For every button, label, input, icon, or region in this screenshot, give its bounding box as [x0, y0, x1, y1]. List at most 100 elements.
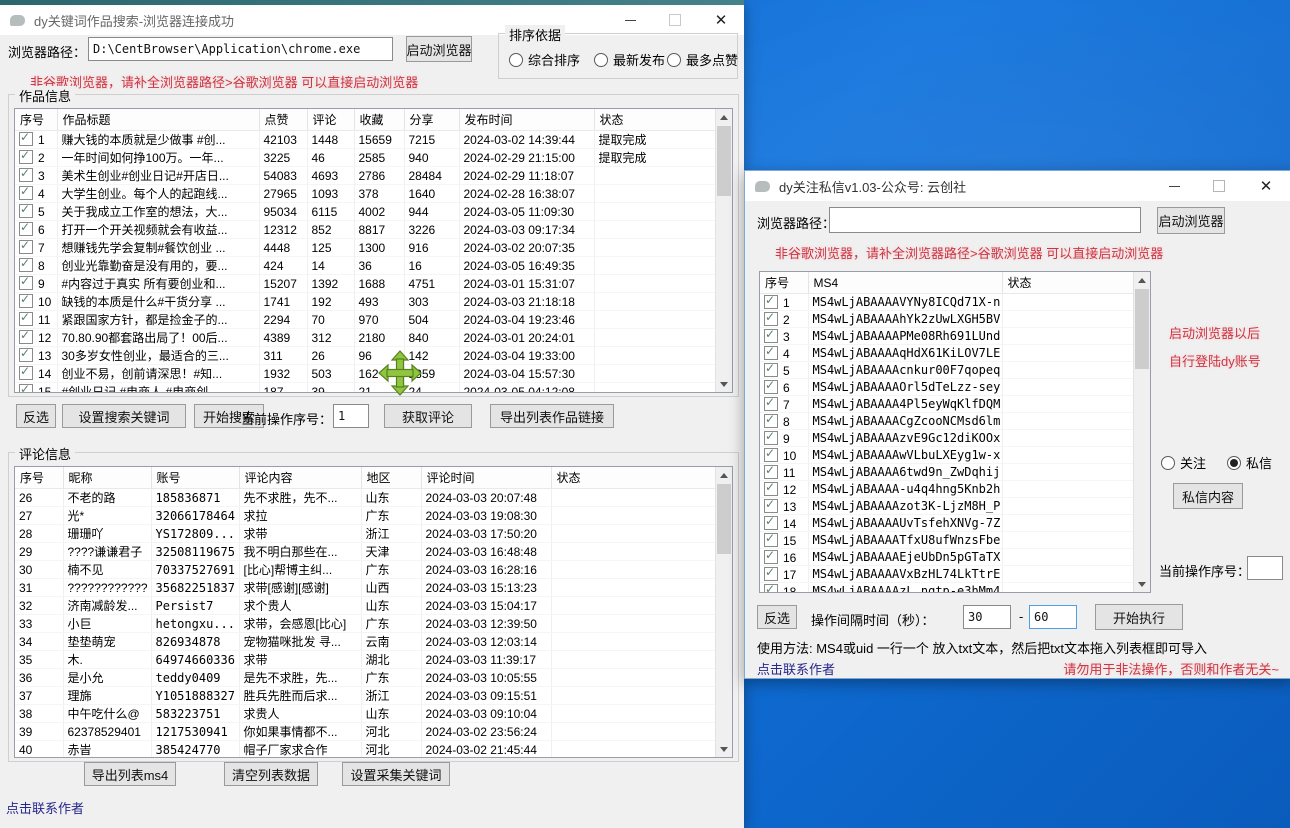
row-checkbox[interactable]	[764, 312, 778, 326]
interval-min-input[interactable]	[963, 605, 1011, 629]
table-row[interactable]: 13MS4wLjABAAAAzot3K-LjzM8H_P...	[760, 498, 1134, 515]
table-row[interactable]: 3美术生创业#创业日记#开店日...5408346932786284842024…	[15, 167, 716, 185]
set-collect-keyword-button[interactable]: 设置采集关键词	[342, 762, 450, 786]
column-header[interactable]: 评论	[307, 109, 354, 131]
row-checkbox[interactable]	[764, 482, 778, 496]
column-header[interactable]: 序号	[760, 272, 808, 294]
radio-follow[interactable]: 关注	[1161, 453, 1206, 472]
row-checkbox[interactable]	[19, 384, 33, 392]
column-header[interactable]: 昵称	[63, 467, 151, 489]
row-checkbox[interactable]	[19, 204, 33, 218]
row-checkbox[interactable]	[19, 258, 33, 272]
column-header[interactable]: 分享	[404, 109, 459, 131]
start-execute-button[interactable]: 开始执行	[1095, 604, 1183, 630]
table-row[interactable]: 30楠不见70337527691[比心]帮博主纠...广东2024-03-03 …	[15, 561, 716, 579]
row-checkbox[interactable]	[764, 465, 778, 479]
export-links-button[interactable]: 导出列表作品链接	[490, 404, 614, 428]
column-header[interactable]: 序号	[15, 467, 63, 489]
invert-selection-button[interactable]: 反选	[16, 404, 56, 428]
row-checkbox[interactable]	[19, 240, 33, 254]
table-row[interactable]: 16MS4wLjABAAAAEjeUbDn5pGTaTX...	[760, 549, 1134, 566]
table-row[interactable]: 15MS4wLjABAAAATfxU8ufWnzsFbe...	[760, 532, 1134, 549]
browser-path-input[interactable]	[88, 37, 393, 61]
table-row[interactable]: 27光*32066178464求拉广东2024-03-03 19:08:30	[15, 507, 716, 525]
comments-scrollbar[interactable]	[715, 467, 732, 757]
table-row[interactable]: 6打开一个开关视频就会有收益...12312852881732262024-03…	[15, 221, 716, 239]
table-row[interactable]: 2MS4wLjABAAAAhYk2zUwLXGH5BV...	[760, 311, 1134, 328]
row-checkbox[interactable]	[764, 397, 778, 411]
table-row[interactable]: 1330多岁女性创业，最适合的三...31126961422024-03-04 …	[15, 347, 716, 365]
scroll-down-icon[interactable]	[716, 376, 732, 392]
table-row[interactable]: 11MS4wLjABAAAA6twd9n_ZwDqhij...	[760, 464, 1134, 481]
column-header[interactable]: 状态	[551, 467, 716, 489]
table-row[interactable]: 26不老的路185836871先不求胜，先不...山东2024-03-03 20…	[15, 489, 716, 507]
row-checkbox[interactable]	[19, 150, 33, 164]
table-row[interactable]: 29????谦谦君子32508119675我不明白那些在...天津2024-03…	[15, 543, 716, 561]
table-row[interactable]: 10MS4wLjABAAAAwVLbuLXEyg1w-x...	[760, 447, 1134, 464]
table-row[interactable]: 9#内容过于真实 所有要创业和...152071392168847512024-…	[15, 275, 716, 293]
row-checkbox[interactable]	[19, 312, 33, 326]
minimize-icon[interactable]	[1157, 171, 1191, 201]
works-scrollbar[interactable]	[715, 109, 732, 392]
contact-author-link[interactable]: 点击联系作者	[6, 798, 84, 817]
radio-sort-newest[interactable]: 最新发布	[594, 50, 665, 69]
table-row[interactable]: 36是小允teddy0409是先不求胜，先...广东2024-03-03 10:…	[15, 669, 716, 687]
export-ms4-button[interactable]: 导出列表ms4	[84, 762, 176, 786]
row-checkbox[interactable]	[764, 363, 778, 377]
radio-sort-composite[interactable]: 综合排序	[509, 50, 580, 69]
table-row[interactable]: 12MS4wLjABAAAA-u4q4hng5Knb2h...	[760, 481, 1134, 498]
row-checkbox[interactable]	[19, 366, 33, 380]
get-comments-button[interactable]: 获取评论	[384, 404, 472, 428]
table-row[interactable]: 11紧跟国家方针，都是捡金子的...2294709705042024-03-04…	[15, 311, 716, 329]
close-icon[interactable]: ✕	[1249, 171, 1283, 201]
row-checkbox[interactable]	[764, 533, 778, 547]
table-row[interactable]: 4MS4wLjABAAAAqHdX61KiLOV7LE...	[760, 345, 1134, 362]
table-row[interactable]: 17MS4wLjABAAAAVxBzHL74LkTtrE...	[760, 566, 1134, 583]
row-checkbox[interactable]	[19, 168, 33, 182]
table-row[interactable]: 37理旆Y1051888327胜兵先胜而后求...浙江2024-03-03 09…	[15, 687, 716, 705]
table-row[interactable]: 39623785294011217530941你如果事情都不...河北2024-…	[15, 723, 716, 741]
table-row[interactable]: 32济南减龄发...Persist7求个贵人山东2024-03-03 15:04…	[15, 597, 716, 615]
table-row[interactable]: 33小巨hetongxu...求带，会感恩[比心]广东2024-03-03 12…	[15, 615, 716, 633]
row-checkbox[interactable]	[19, 348, 33, 362]
table-row[interactable]: 5MS4wLjABAAAAcnkur00F7qopeq...	[760, 362, 1134, 379]
table-row[interactable]: 1270.80.90都套路出局了！00后...43893122180840202…	[15, 329, 716, 347]
table-row[interactable]: 34垫垫萌宠826934878宠物猫咪批发 寻...云南2024-03-03 1…	[15, 633, 716, 651]
maximize-icon[interactable]	[658, 5, 692, 35]
table-row[interactable]: 18MS4wLjABAAAAzL_ngtp-e3hMm4...	[760, 583, 1134, 593]
row-checkbox[interactable]	[764, 584, 778, 593]
row-checkbox[interactable]	[764, 550, 778, 564]
interval-max-input[interactable]	[1029, 605, 1077, 629]
row-checkbox[interactable]	[764, 329, 778, 343]
row-checkbox[interactable]	[764, 448, 778, 462]
current-index-input[interactable]	[1247, 556, 1283, 580]
table-row[interactable]: 40赤峕385424770帽子厂家求合作河北2024-03-02 21:45:4…	[15, 741, 716, 758]
row-checkbox[interactable]	[764, 431, 778, 445]
browser-path-input[interactable]	[829, 207, 1141, 233]
table-row[interactable]: 38中午吃什么@583223751求贵人山东2024-03-03 09:10:0…	[15, 705, 716, 723]
scroll-thumb[interactable]	[717, 126, 731, 196]
column-header[interactable]: 评论时间	[421, 467, 551, 489]
current-index-input[interactable]	[333, 404, 369, 428]
row-checkbox[interactable]	[764, 499, 778, 513]
row-checkbox[interactable]	[19, 294, 33, 308]
maximize-icon[interactable]	[1202, 171, 1236, 201]
column-header[interactable]: 状态	[1002, 272, 1134, 294]
table-row[interactable]: 14创业不易，创前请深思！#知...193250316213592024-03-…	[15, 365, 716, 383]
radio-dm[interactable]: 私信	[1227, 453, 1272, 472]
table-row[interactable]: 28珊珊吖YS172809...求带浙江2024-03-03 17:50:20	[15, 525, 716, 543]
scroll-thumb[interactable]	[1135, 289, 1149, 369]
set-search-keyword-button[interactable]: 设置搜索关键词	[62, 404, 186, 428]
contact-author-link[interactable]: 点击联系作者	[757, 659, 835, 678]
scroll-thumb[interactable]	[717, 484, 731, 554]
table-row[interactable]: 10缺钱的本质是什么#干货分享 ...17411924933032024-03-…	[15, 293, 716, 311]
column-header[interactable]: 账号	[151, 467, 239, 489]
radio-sort-most-liked[interactable]: 最多点赞	[667, 50, 738, 69]
table-row[interactable]: 7MS4wLjABAAAA4Pl5eyWqKlfDQM...	[760, 396, 1134, 413]
table-row[interactable]: 14MS4wLjABAAAAUvTsfehXNVg-7Z...	[760, 515, 1134, 532]
row-checkbox[interactable]	[764, 380, 778, 394]
column-header[interactable]: 点赞	[259, 109, 307, 131]
table-row[interactable]: 2一年时间如何挣100万。一年...32254625859402024-02-2…	[15, 149, 716, 167]
table-row[interactable]: 5关于我成立工作室的想法，大...95034611540029442024-03…	[15, 203, 716, 221]
table-row[interactable]: 7想赚钱先学会复制#餐饮创业 ...444812513009162024-03-…	[15, 239, 716, 257]
